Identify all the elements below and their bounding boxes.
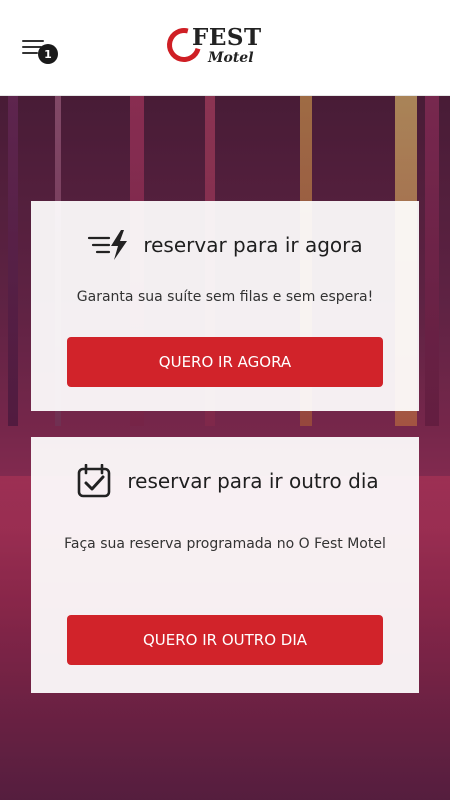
- reserve-other-day-card: reservar para ir outro dia Faça sua rese…: [31, 437, 419, 693]
- reserve-other-day-button[interactable]: QUERO IR OUTRO DIA: [67, 615, 383, 665]
- card-title: reservar para ir outro dia: [127, 469, 379, 493]
- lightning-speed-icon: [87, 228, 133, 262]
- app-header: 1 FEST Motel: [0, 0, 450, 96]
- calendar-check-icon: [71, 464, 117, 498]
- card-description: Garanta sua suíte sem filas e sem espera…: [76, 289, 374, 305]
- logo-fest-text: FEST: [192, 24, 262, 51]
- card-title-row: reservar para ir outro dia: [31, 463, 419, 499]
- menu-button[interactable]: 1: [20, 36, 60, 66]
- brand-logo[interactable]: FEST Motel: [160, 21, 284, 72]
- card-title-row: reservar para ir agora: [31, 227, 419, 263]
- card-description: Faça sua reserva programada no O Fest Mo…: [64, 536, 386, 552]
- reserve-now-card: reservar para ir agora Garanta sua suíte…: [31, 201, 419, 411]
- reserve-now-button[interactable]: QUERO IR AGORA: [67, 337, 383, 387]
- menu-icon: [22, 40, 44, 42]
- card-title: reservar para ir agora: [143, 233, 363, 257]
- menu-icon-line: [22, 52, 38, 54]
- logo-motel-text: Motel: [208, 50, 254, 66]
- notification-badge: 1: [38, 44, 58, 64]
